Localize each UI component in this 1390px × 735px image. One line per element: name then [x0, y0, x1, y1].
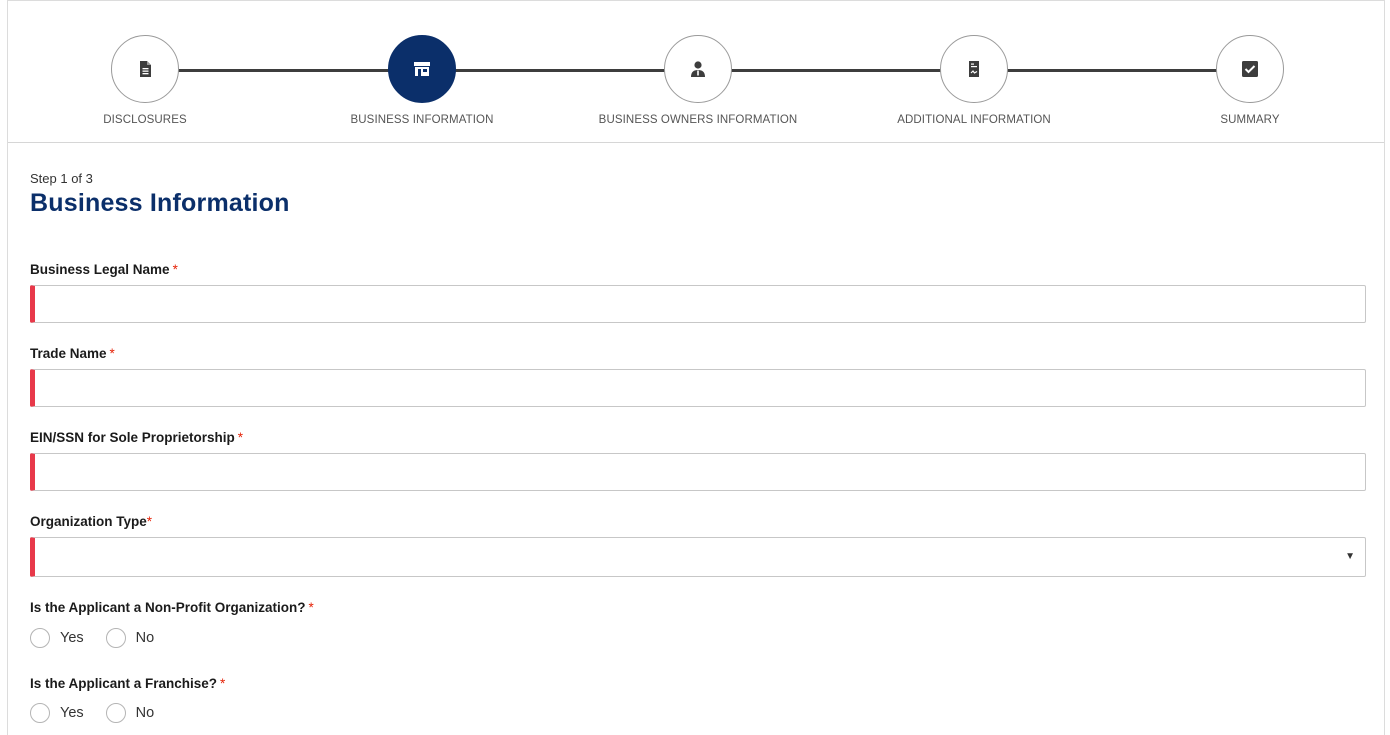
org-type-label: Organization Type* — [30, 514, 153, 529]
ein-ssn-input[interactable] — [30, 453, 1366, 491]
page-title: Business Information — [30, 189, 290, 217]
required-marker: * — [308, 600, 314, 615]
person-icon — [691, 61, 705, 77]
non-profit-yes-option[interactable]: Yes — [30, 628, 84, 648]
required-marker: * — [146, 514, 153, 529]
radio-label: Yes — [60, 705, 84, 721]
radio-label: Yes — [60, 630, 84, 646]
radio-button[interactable] — [30, 628, 50, 648]
org-type-select[interactable]: ▼ — [30, 537, 1366, 577]
radio-label: No — [135, 705, 155, 721]
step-summary[interactable]: SUMMARY — [1120, 35, 1380, 135]
franchise-label: Is the Applicant a Franchise? * — [30, 676, 226, 691]
step-circle[interactable] — [111, 35, 179, 103]
progress-stepper: DISCLOSURES BUSINESS INFORMATION BUSINES… — [8, 1, 1384, 143]
step-disclosures[interactable]: DISCLOSURES — [15, 35, 275, 135]
step-label: BUSINESS OWNERS INFORMATION — [598, 114, 798, 126]
non-profit-radio-group: Yes No — [30, 628, 176, 648]
step-additional-information[interactable]: ADDITIONAL INFORMATION — [844, 35, 1104, 135]
checkbox-icon — [1242, 61, 1258, 77]
ein-ssn-label: EIN/SSN for Sole Proprietorship * — [30, 430, 244, 445]
radio-button[interactable] — [105, 628, 126, 648]
radio-button[interactable] — [105, 703, 126, 723]
required-marker: * — [172, 262, 178, 277]
document-icon — [140, 61, 151, 77]
radio-label: No — [135, 630, 155, 646]
step-circle-active[interactable] — [388, 35, 456, 103]
franchise-radio-group: Yes No — [30, 703, 176, 723]
trade-name-label: Trade Name * — [30, 346, 115, 361]
step-label: SUMMARY — [1220, 114, 1280, 126]
non-profit-no-option[interactable]: No — [105, 628, 155, 648]
step-business-owners[interactable]: BUSINESS OWNERS INFORMATION — [568, 35, 828, 135]
form-header: Step 1 of 3 Business Information — [30, 171, 1366, 218]
step-label: ADDITIONAL INFORMATION — [897, 114, 1051, 126]
legal-name-label: Business Legal Name * — [30, 262, 178, 277]
application-frame: DISCLOSURES BUSINESS INFORMATION BUSINES… — [7, 0, 1385, 735]
radio-button[interactable] — [30, 703, 50, 723]
required-marker: * — [109, 346, 115, 361]
legal-name-input[interactable] — [30, 285, 1366, 323]
chevron-down-icon: ▼ — [1345, 551, 1355, 562]
signed-document-icon — [969, 61, 979, 77]
step-circle[interactable] — [940, 35, 1008, 103]
step-circle[interactable] — [1216, 35, 1284, 103]
step-label: DISCLOSURES — [103, 114, 187, 126]
franchise-no-option[interactable]: No — [105, 703, 155, 723]
step-business-information[interactable]: BUSINESS INFORMATION — [292, 35, 552, 135]
storefront-icon — [414, 62, 430, 76]
step-count: Step 1 of 3 — [30, 171, 93, 186]
required-marker: * — [220, 676, 226, 691]
non-profit-label: Is the Applicant a Non-Profit Organizati… — [30, 600, 314, 615]
step-label: BUSINESS INFORMATION — [350, 114, 494, 126]
required-marker: * — [237, 430, 244, 445]
trade-name-input[interactable] — [30, 369, 1366, 407]
step-circle[interactable] — [664, 35, 732, 103]
franchise-yes-option[interactable]: Yes — [30, 703, 84, 723]
